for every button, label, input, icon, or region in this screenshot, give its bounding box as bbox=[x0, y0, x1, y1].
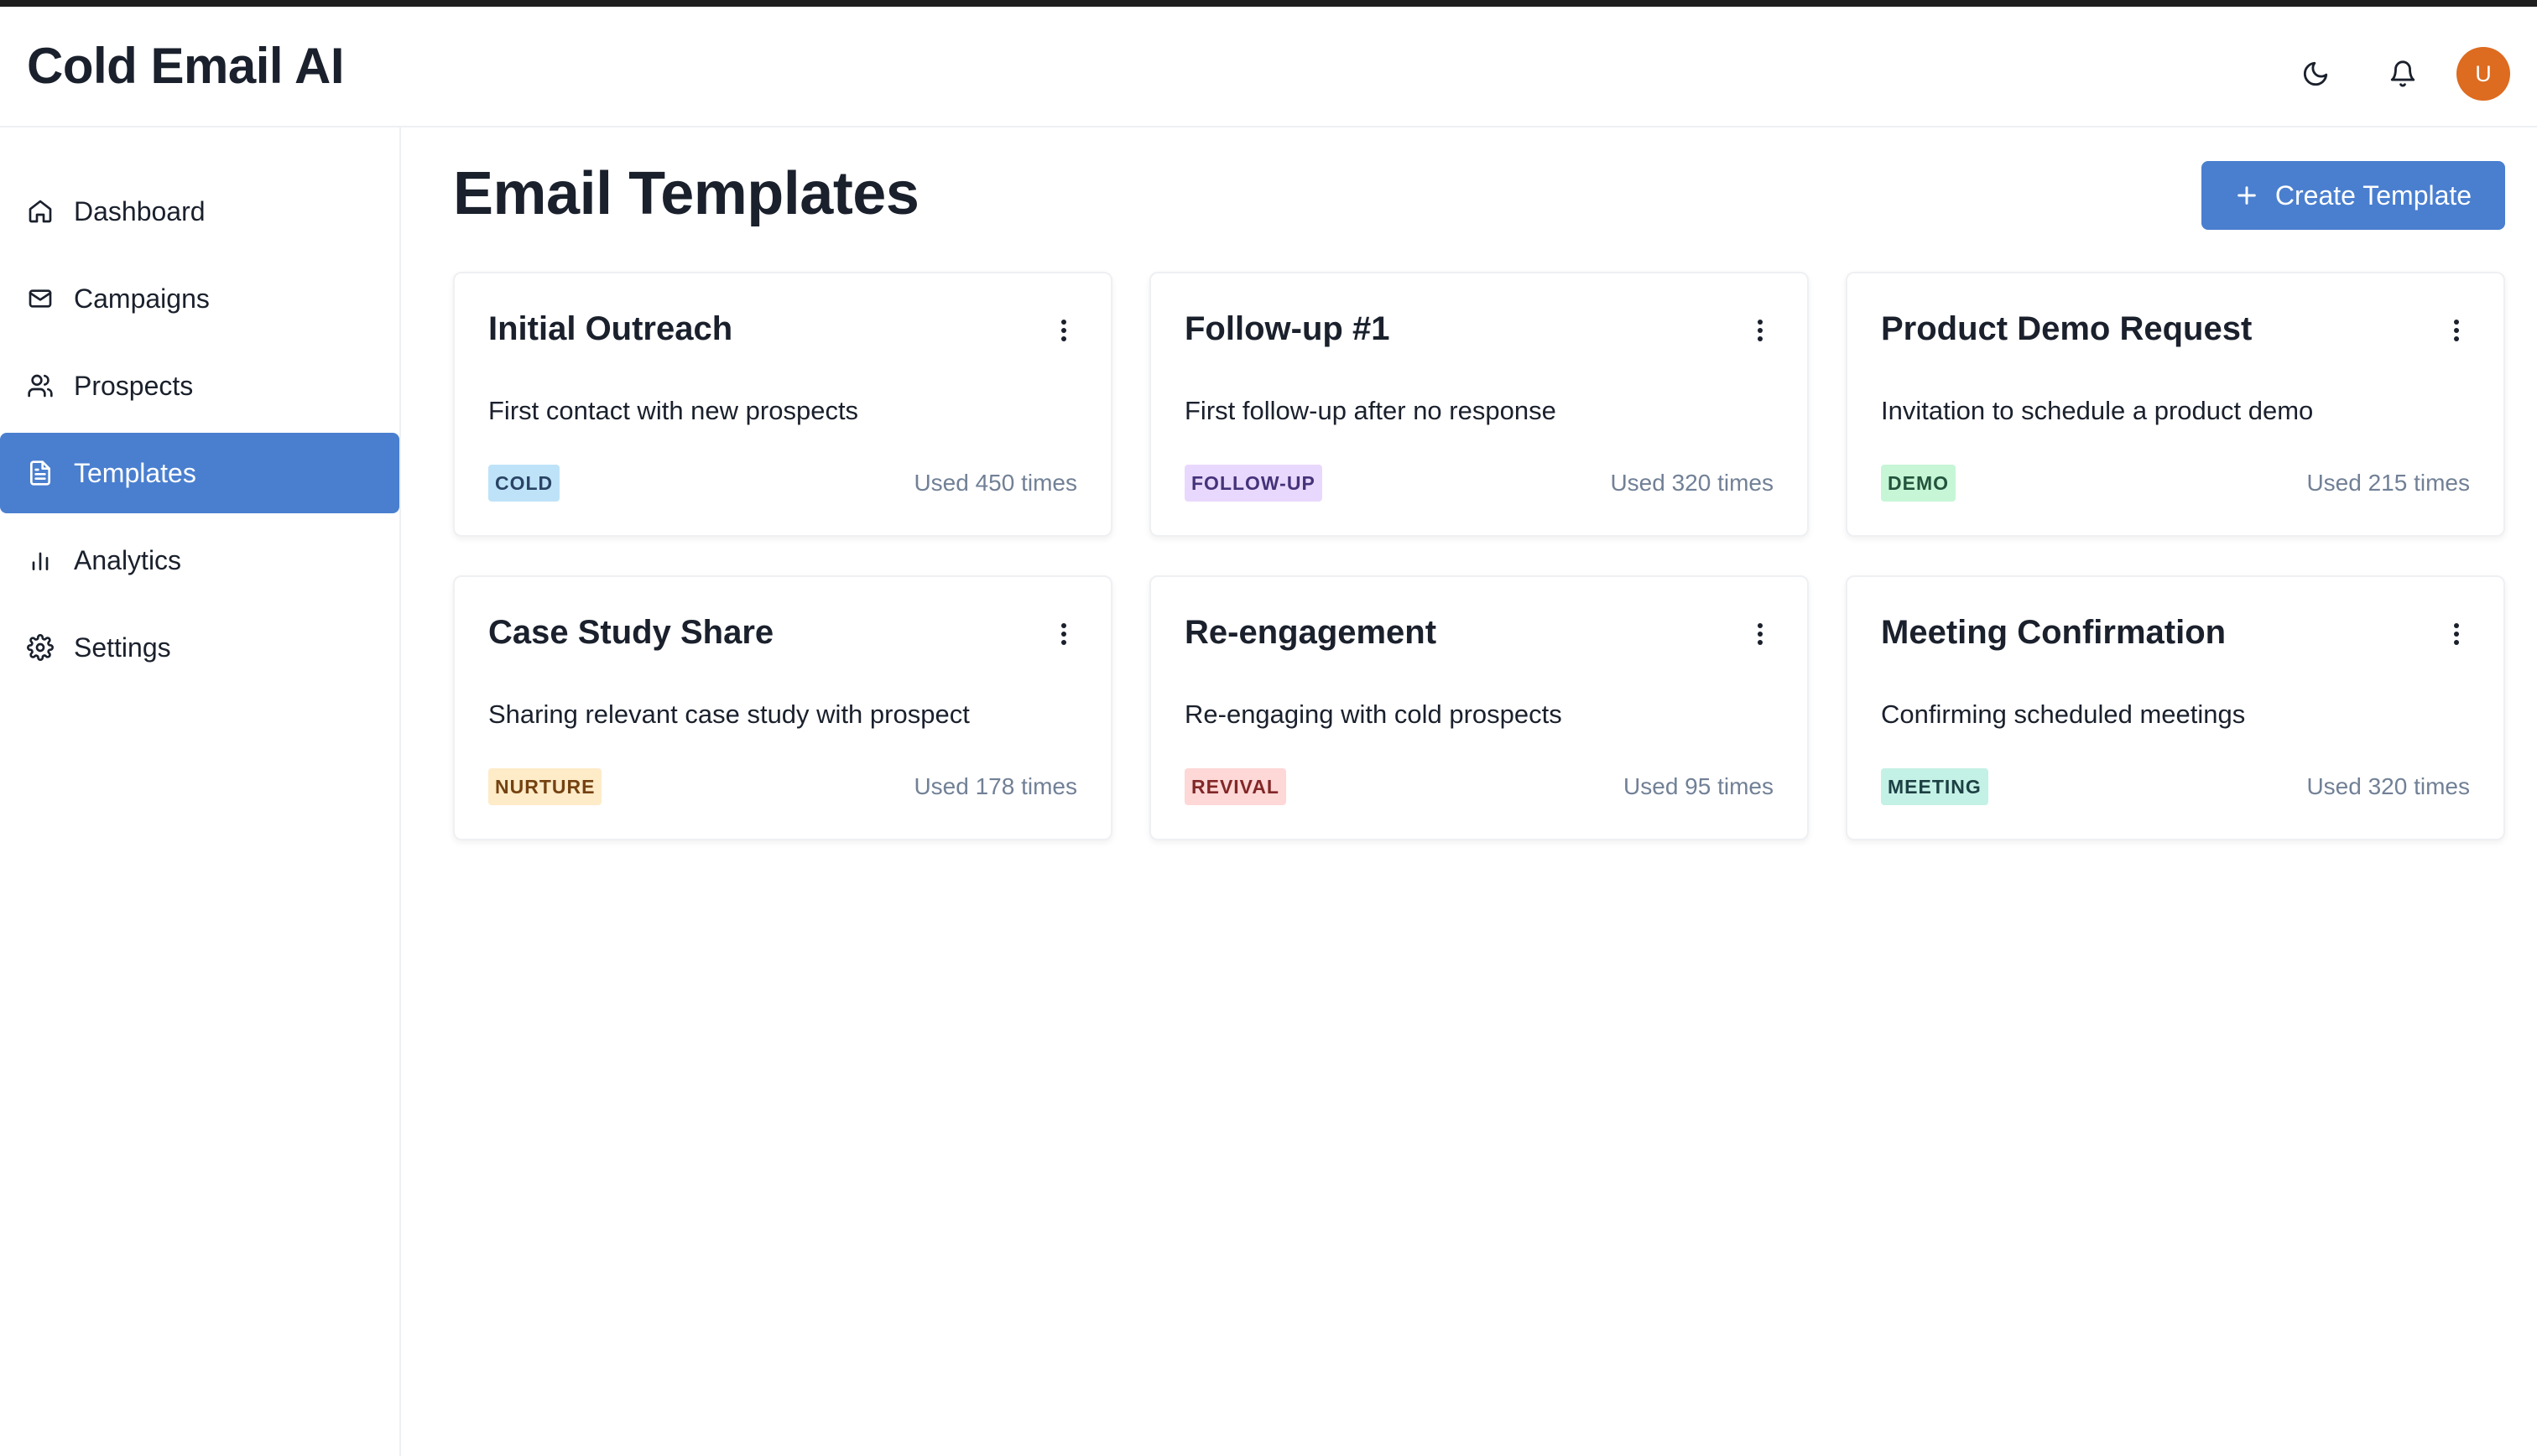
template-card[interactable]: Follow-up #1 First follow-up after no re… bbox=[1149, 272, 1809, 537]
template-tag: REVIVAL bbox=[1185, 768, 1286, 805]
sidebar-item-settings[interactable]: Settings bbox=[0, 607, 399, 688]
sidebar-item-dashboard[interactable]: Dashboard bbox=[0, 171, 399, 252]
sidebar-item-label: Campaigns bbox=[74, 283, 210, 314]
sidebar-item-prospects[interactable]: Prospects bbox=[0, 346, 399, 426]
users-icon bbox=[27, 372, 54, 399]
template-usage: Used 95 times bbox=[1623, 773, 1774, 799]
template-description: First contact with new prospects bbox=[488, 396, 859, 425]
template-title: Initial Outreach bbox=[488, 310, 733, 347]
template-usage: Used 320 times bbox=[1610, 470, 1774, 496]
sidebar-item-templates[interactable]: Templates bbox=[0, 433, 399, 513]
gear-icon bbox=[27, 634, 54, 661]
more-options-icon[interactable] bbox=[1747, 617, 1774, 651]
more-options-icon[interactable] bbox=[2443, 617, 2470, 651]
sidebar: Dashboard Campaigns Prospects Templates … bbox=[0, 127, 401, 1456]
template-usage: Used 450 times bbox=[914, 470, 1077, 496]
template-title: Re-engagement bbox=[1185, 614, 1437, 651]
template-usage: Used 320 times bbox=[2306, 773, 2470, 799]
template-tag: COLD bbox=[488, 465, 560, 502]
home-icon bbox=[27, 198, 54, 225]
sidebar-item-label: Templates bbox=[74, 457, 196, 488]
window-top-strip bbox=[0, 0, 2537, 7]
more-options-icon[interactable] bbox=[1747, 314, 1774, 347]
sidebar-item-label: Prospects bbox=[74, 370, 194, 401]
moon-icon bbox=[2303, 61, 2328, 86]
sidebar-item-campaigns[interactable]: Campaigns bbox=[0, 258, 399, 339]
top-header: Cold Email AI U bbox=[0, 7, 2537, 127]
template-card[interactable]: Case Study Share Sharing relevant case s… bbox=[453, 575, 1112, 840]
template-card[interactable]: Product Demo Request Invitation to sched… bbox=[1846, 272, 2505, 537]
template-tag: NURTURE bbox=[488, 768, 602, 805]
template-card[interactable]: Meeting Confirmation Confirming schedule… bbox=[1846, 575, 2505, 840]
sidebar-item-label: Analytics bbox=[74, 544, 182, 575]
more-options-icon[interactable] bbox=[2443, 314, 2470, 347]
template-title: Follow-up #1 bbox=[1185, 310, 1390, 347]
bar-chart-icon bbox=[27, 547, 54, 574]
more-options-icon[interactable] bbox=[1050, 617, 1077, 651]
app-title: Cold Email AI bbox=[27, 38, 345, 94]
theme-toggle-button[interactable] bbox=[2285, 44, 2346, 104]
more-options-icon[interactable] bbox=[1050, 314, 1077, 347]
main-content: Email Templates Create Template Initial … bbox=[403, 127, 2537, 1456]
template-tag: DEMO bbox=[1881, 465, 1956, 502]
template-title: Case Study Share bbox=[488, 614, 774, 651]
template-description: First follow-up after no response bbox=[1185, 396, 1556, 425]
page-title: Email Templates bbox=[453, 160, 919, 227]
sidebar-item-label: Dashboard bbox=[74, 195, 206, 226]
mail-icon bbox=[27, 285, 54, 312]
sidebar-item-analytics[interactable]: Analytics bbox=[0, 520, 399, 601]
template-card[interactable]: Re-engagement Re-engaging with cold pros… bbox=[1149, 575, 1809, 840]
template-title: Product Demo Request bbox=[1881, 310, 2253, 347]
template-tag: MEETING bbox=[1881, 768, 1988, 805]
notifications-button[interactable] bbox=[2373, 44, 2433, 104]
template-description: Re-engaging with cold prospects bbox=[1185, 699, 1562, 729]
create-template-label: Create Template bbox=[2274, 179, 2472, 211]
template-description: Confirming scheduled meetings bbox=[1881, 699, 2246, 729]
template-tag: FOLLOW-UP bbox=[1185, 465, 1322, 502]
template-title: Meeting Confirmation bbox=[1881, 614, 2227, 651]
create-template-button[interactable]: Create Template bbox=[2201, 161, 2505, 230]
sidebar-item-label: Settings bbox=[74, 632, 171, 663]
file-text-icon bbox=[27, 460, 54, 486]
template-usage: Used 178 times bbox=[914, 773, 1077, 799]
template-usage: Used 215 times bbox=[2306, 470, 2470, 496]
avatar[interactable]: U bbox=[2456, 47, 2510, 101]
plus-icon bbox=[2237, 186, 2256, 205]
bell-icon bbox=[2390, 60, 2415, 87]
template-description: Invitation to schedule a product demo bbox=[1881, 396, 2314, 425]
template-description: Sharing relevant case study with prospec… bbox=[488, 699, 970, 729]
template-card[interactable]: Initial Outreach First contact with new … bbox=[453, 272, 1112, 537]
